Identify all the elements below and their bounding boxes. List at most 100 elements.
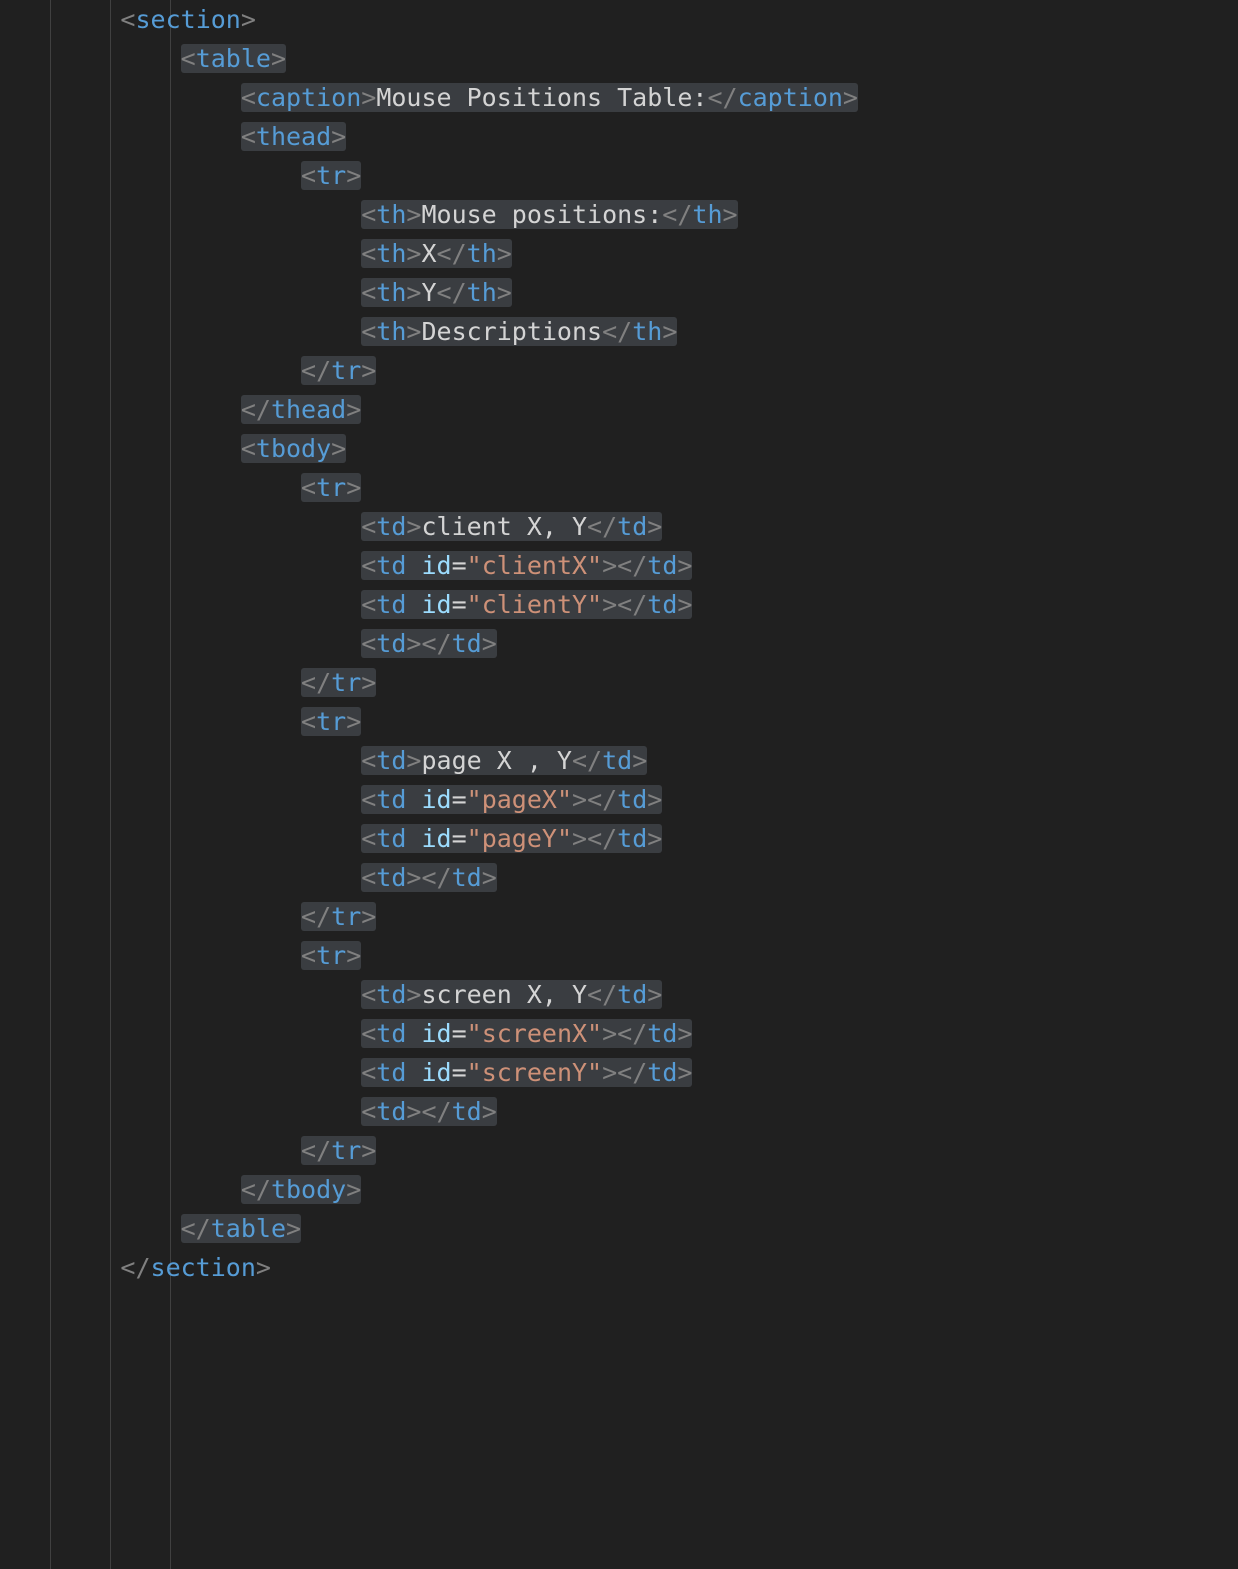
code-line[interactable]: <tbody> — [0, 429, 858, 468]
code-token[interactable]: </tr> — [301, 356, 376, 385]
code-indent — [0, 824, 361, 853]
code-indent — [0, 1136, 301, 1165]
code-token[interactable]: <th>X</th> — [361, 239, 512, 268]
code-line[interactable]: </tbody> — [0, 1170, 858, 1209]
code-line[interactable]: <th>Y</th> — [0, 273, 858, 312]
code-indent — [0, 1253, 120, 1282]
code-token[interactable]: </tr> — [301, 902, 376, 931]
code-indent — [0, 863, 361, 892]
code-token[interactable]: <tr> — [301, 161, 361, 190]
code-line[interactable]: <td></td> — [0, 624, 858, 663]
code-line[interactable]: </tr> — [0, 351, 858, 390]
code-token[interactable]: <td>screen X, Y</td> — [361, 980, 662, 1009]
code-line[interactable]: <tr> — [0, 702, 858, 741]
code-indent — [0, 356, 301, 385]
code-token[interactable]: <td id="clientY"></td> — [361, 590, 692, 619]
code-token[interactable]: </thead> — [241, 395, 361, 424]
code-indent — [0, 278, 361, 307]
code-token[interactable]: <td></td> — [361, 629, 497, 658]
code-indent — [0, 200, 361, 229]
code-line[interactable]: <td id="clientX"></td> — [0, 546, 858, 585]
code-line[interactable]: <td>screen X, Y</td> — [0, 975, 858, 1014]
code-indent — [0, 161, 301, 190]
code-token[interactable]: <tr> — [301, 473, 361, 502]
code-indent — [0, 902, 301, 931]
code-line[interactable]: <tr> — [0, 468, 858, 507]
code-line[interactable]: </tr> — [0, 663, 858, 702]
code-indent — [0, 122, 241, 151]
code-line[interactable]: <td></td> — [0, 1092, 858, 1131]
code-indent — [0, 1058, 361, 1087]
code-indent — [0, 668, 301, 697]
code-indent — [0, 5, 120, 34]
code-line[interactable]: <td>page X , Y</td> — [0, 741, 858, 780]
code-line[interactable]: <td></td> — [0, 858, 858, 897]
code-indent — [0, 239, 361, 268]
code-line[interactable]: </tr> — [0, 1131, 858, 1170]
code-token[interactable]: <table> — [181, 44, 286, 73]
code-line[interactable]: <td id="screenX"></td> — [0, 1014, 858, 1053]
code-token[interactable]: <td></td> — [361, 863, 497, 892]
code-indent — [0, 317, 361, 346]
code-line[interactable]: <td>client X, Y</td> — [0, 507, 858, 546]
code-token[interactable]: <td id="screenY"></td> — [361, 1058, 692, 1087]
code-token[interactable]: <td>page X , Y</td> — [361, 746, 647, 775]
code-line[interactable]: </table> — [0, 1209, 858, 1248]
code-indent — [0, 83, 241, 112]
code-line[interactable]: </tr> — [0, 897, 858, 936]
code-token[interactable]: <tr> — [301, 707, 361, 736]
code-token[interactable]: <tr> — [301, 941, 361, 970]
code-token[interactable]: <caption>Mouse Positions Table:</caption… — [241, 83, 858, 112]
code-token[interactable]: </tr> — [301, 668, 376, 697]
code-token[interactable]: </section> — [120, 1253, 271, 1282]
code-indent — [0, 707, 301, 736]
code-line[interactable]: <td id="pageX"></td> — [0, 780, 858, 819]
code-line[interactable]: <th>Descriptions</th> — [0, 312, 858, 351]
code-token[interactable]: </tr> — [301, 1136, 376, 1165]
code-line[interactable]: <th>X</th> — [0, 234, 858, 273]
code-editor[interactable]: <section> <table> <caption>Mouse Positio… — [0, 0, 1238, 1569]
code-token[interactable]: <section> — [120, 5, 255, 34]
code-indent — [0, 1175, 241, 1204]
code-indent — [0, 473, 301, 502]
code-line[interactable]: <table> — [0, 39, 858, 78]
code-indent — [0, 434, 241, 463]
code-line[interactable]: <thead> — [0, 117, 858, 156]
code-token[interactable]: <td></td> — [361, 1097, 497, 1126]
code-line[interactable]: <td id="pageY"></td> — [0, 819, 858, 858]
code-line[interactable]: <tr> — [0, 156, 858, 195]
code-line[interactable]: <caption>Mouse Positions Table:</caption… — [0, 78, 858, 117]
code-line[interactable]: </thead> — [0, 390, 858, 429]
code-token[interactable]: <thead> — [241, 122, 346, 151]
code-token[interactable]: <th>Mouse positions:</th> — [361, 200, 737, 229]
code-token[interactable]: <td id="screenX"></td> — [361, 1019, 692, 1048]
code-token[interactable]: </tbody> — [241, 1175, 361, 1204]
code-line[interactable]: <tr> — [0, 936, 858, 975]
code-indent — [0, 1214, 181, 1243]
code-line[interactable]: <td id="screenY"></td> — [0, 1053, 858, 1092]
code-line[interactable]: <th>Mouse positions:</th> — [0, 195, 858, 234]
code-indent — [0, 746, 361, 775]
code-indent — [0, 512, 361, 541]
code-token[interactable]: <td id="pageY"></td> — [361, 824, 662, 853]
code-indent — [0, 785, 361, 814]
code-line[interactable]: <section> — [0, 0, 858, 39]
code-line[interactable]: <td id="clientY"></td> — [0, 585, 858, 624]
code-indent — [0, 980, 361, 1009]
code-token[interactable]: <th>Y</th> — [361, 278, 512, 307]
code-token[interactable]: </table> — [181, 1214, 301, 1243]
code-indent — [0, 590, 361, 619]
code-block[interactable]: <section> <table> <caption>Mouse Positio… — [0, 0, 858, 1287]
code-indent — [0, 395, 241, 424]
code-indent — [0, 941, 301, 970]
code-line[interactable]: </section> — [0, 1248, 858, 1287]
code-token[interactable]: <tbody> — [241, 434, 346, 463]
code-indent — [0, 1097, 361, 1126]
code-indent — [0, 1019, 361, 1048]
code-token[interactable]: <th>Descriptions</th> — [361, 317, 677, 346]
code-token[interactable]: <td id="pageX"></td> — [361, 785, 662, 814]
code-token[interactable]: <td>client X, Y</td> — [361, 512, 662, 541]
code-token[interactable]: <td id="clientX"></td> — [361, 551, 692, 580]
code-indent — [0, 44, 181, 73]
code-indent — [0, 629, 361, 658]
